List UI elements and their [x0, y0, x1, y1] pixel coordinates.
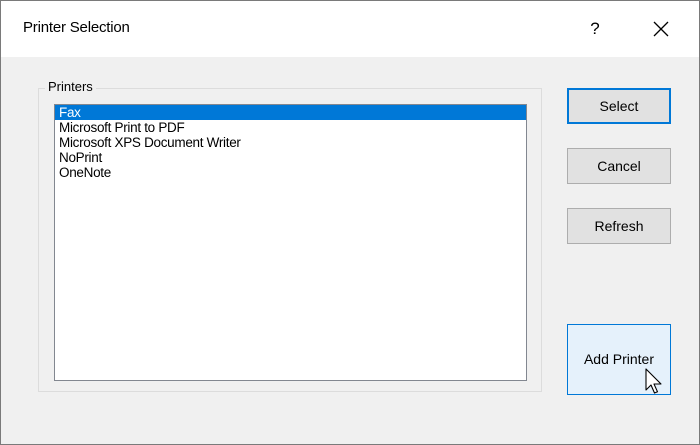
close-button[interactable] [639, 11, 683, 47]
refresh-button[interactable]: Refresh [567, 208, 671, 244]
title-bar: Printer Selection ? [1, 1, 699, 57]
dialog-title: Printer Selection [23, 19, 130, 36]
select-button[interactable]: Select [567, 88, 671, 124]
help-icon: ? [590, 19, 600, 38]
printer-item-fax[interactable]: Fax [55, 105, 526, 120]
printer-item-noprint[interactable]: NoPrint [55, 150, 526, 165]
printer-item-microsoft-print-to-pdf[interactable]: Microsoft Print to PDF [55, 120, 526, 135]
help-button[interactable]: ? [577, 11, 613, 47]
printer-item-microsoft-xps-document-writer[interactable]: Microsoft XPS Document Writer [55, 135, 526, 150]
printers-group-label: Printers [45, 79, 96, 94]
printer-selection-dialog: Printer Selection ? Printers Fax Microso… [0, 0, 700, 445]
cancel-button[interactable]: Cancel [567, 148, 671, 184]
printer-item-onenote[interactable]: OneNote [55, 165, 526, 180]
close-icon [653, 21, 669, 37]
add-printer-button[interactable]: Add Printer [567, 324, 671, 395]
printers-listbox[interactable]: Fax Microsoft Print to PDF Microsoft XPS… [54, 104, 527, 381]
